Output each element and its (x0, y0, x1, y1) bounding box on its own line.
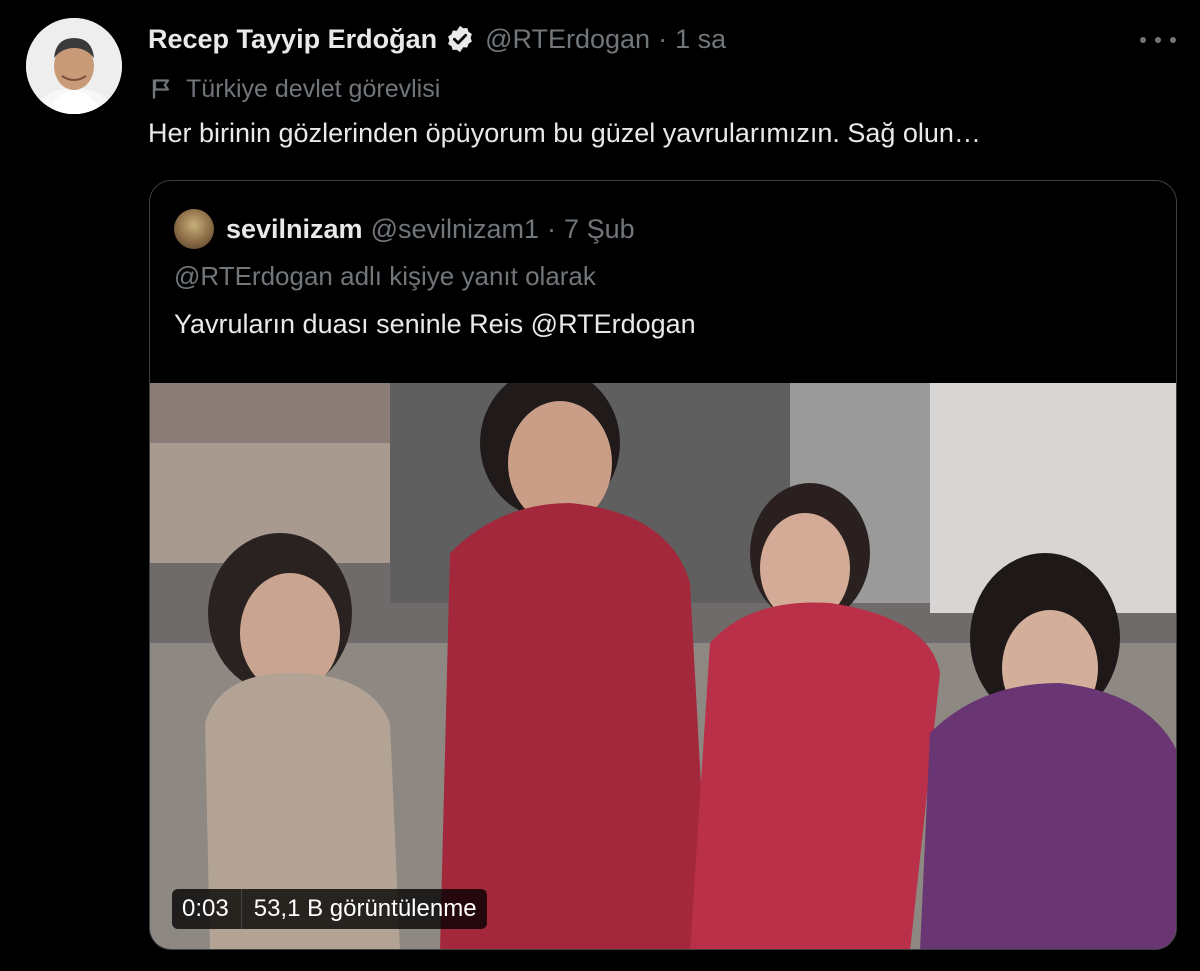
quoted-author-handle[interactable]: @sevilnizam1 (371, 214, 539, 245)
flag-icon (152, 79, 170, 99)
header-separator: · (658, 23, 668, 54)
quoted-tweet-text: Yavruların duası seninle Reis @RTErdogan (174, 309, 696, 339)
tweet-time[interactable]: 1 sa (675, 24, 726, 55)
more-dot (1155, 37, 1161, 43)
video-duration: 0:03 (182, 895, 229, 922)
author-name[interactable]: Recep Tayyip Erdoğan (148, 24, 437, 55)
video-frame (150, 383, 1176, 949)
more-dot (1170, 37, 1176, 43)
more-icon[interactable] (1140, 28, 1176, 52)
more-dot (1140, 37, 1146, 43)
video-player[interactable]: 0:03 53,1 B görüntülenme (150, 383, 1176, 949)
verified-badge-icon (448, 25, 472, 53)
government-label[interactable]: Türkiye devlet görevlisi (150, 72, 440, 106)
quoted-header-separator: · (547, 213, 557, 244)
tweet-text: Her birinin gözlerinden öpüyorum bu güze… (148, 118, 981, 148)
video-view-count: 53,1 B görüntülenme (253, 895, 477, 922)
video-info-badge: 0:03 53,1 B görüntülenme (172, 889, 487, 929)
author-handle[interactable]: @RTErdogan (485, 24, 650, 55)
author-avatar-image (26, 18, 122, 114)
author-avatar[interactable] (26, 18, 122, 114)
quoted-tweet[interactable]: sevilnizam @sevilnizam1 · 7 Şub @RTErdog… (149, 180, 1177, 950)
quoted-author-name[interactable]: sevilnizam (226, 214, 363, 245)
government-label-text: Türkiye devlet görevlisi (186, 74, 441, 103)
quoted-tweet-date[interactable]: 7 Şub (564, 214, 635, 245)
quoted-tweet-header: sevilnizam @sevilnizam1 · 7 Şub (174, 209, 635, 249)
quoted-author-avatar[interactable] (174, 209, 214, 249)
tweet-header: Recep Tayyip Erdoğan @RTErdogan · 1 sa (148, 22, 726, 56)
reply-context: @RTErdogan adlı kişiye yanıt olarak (174, 261, 596, 291)
